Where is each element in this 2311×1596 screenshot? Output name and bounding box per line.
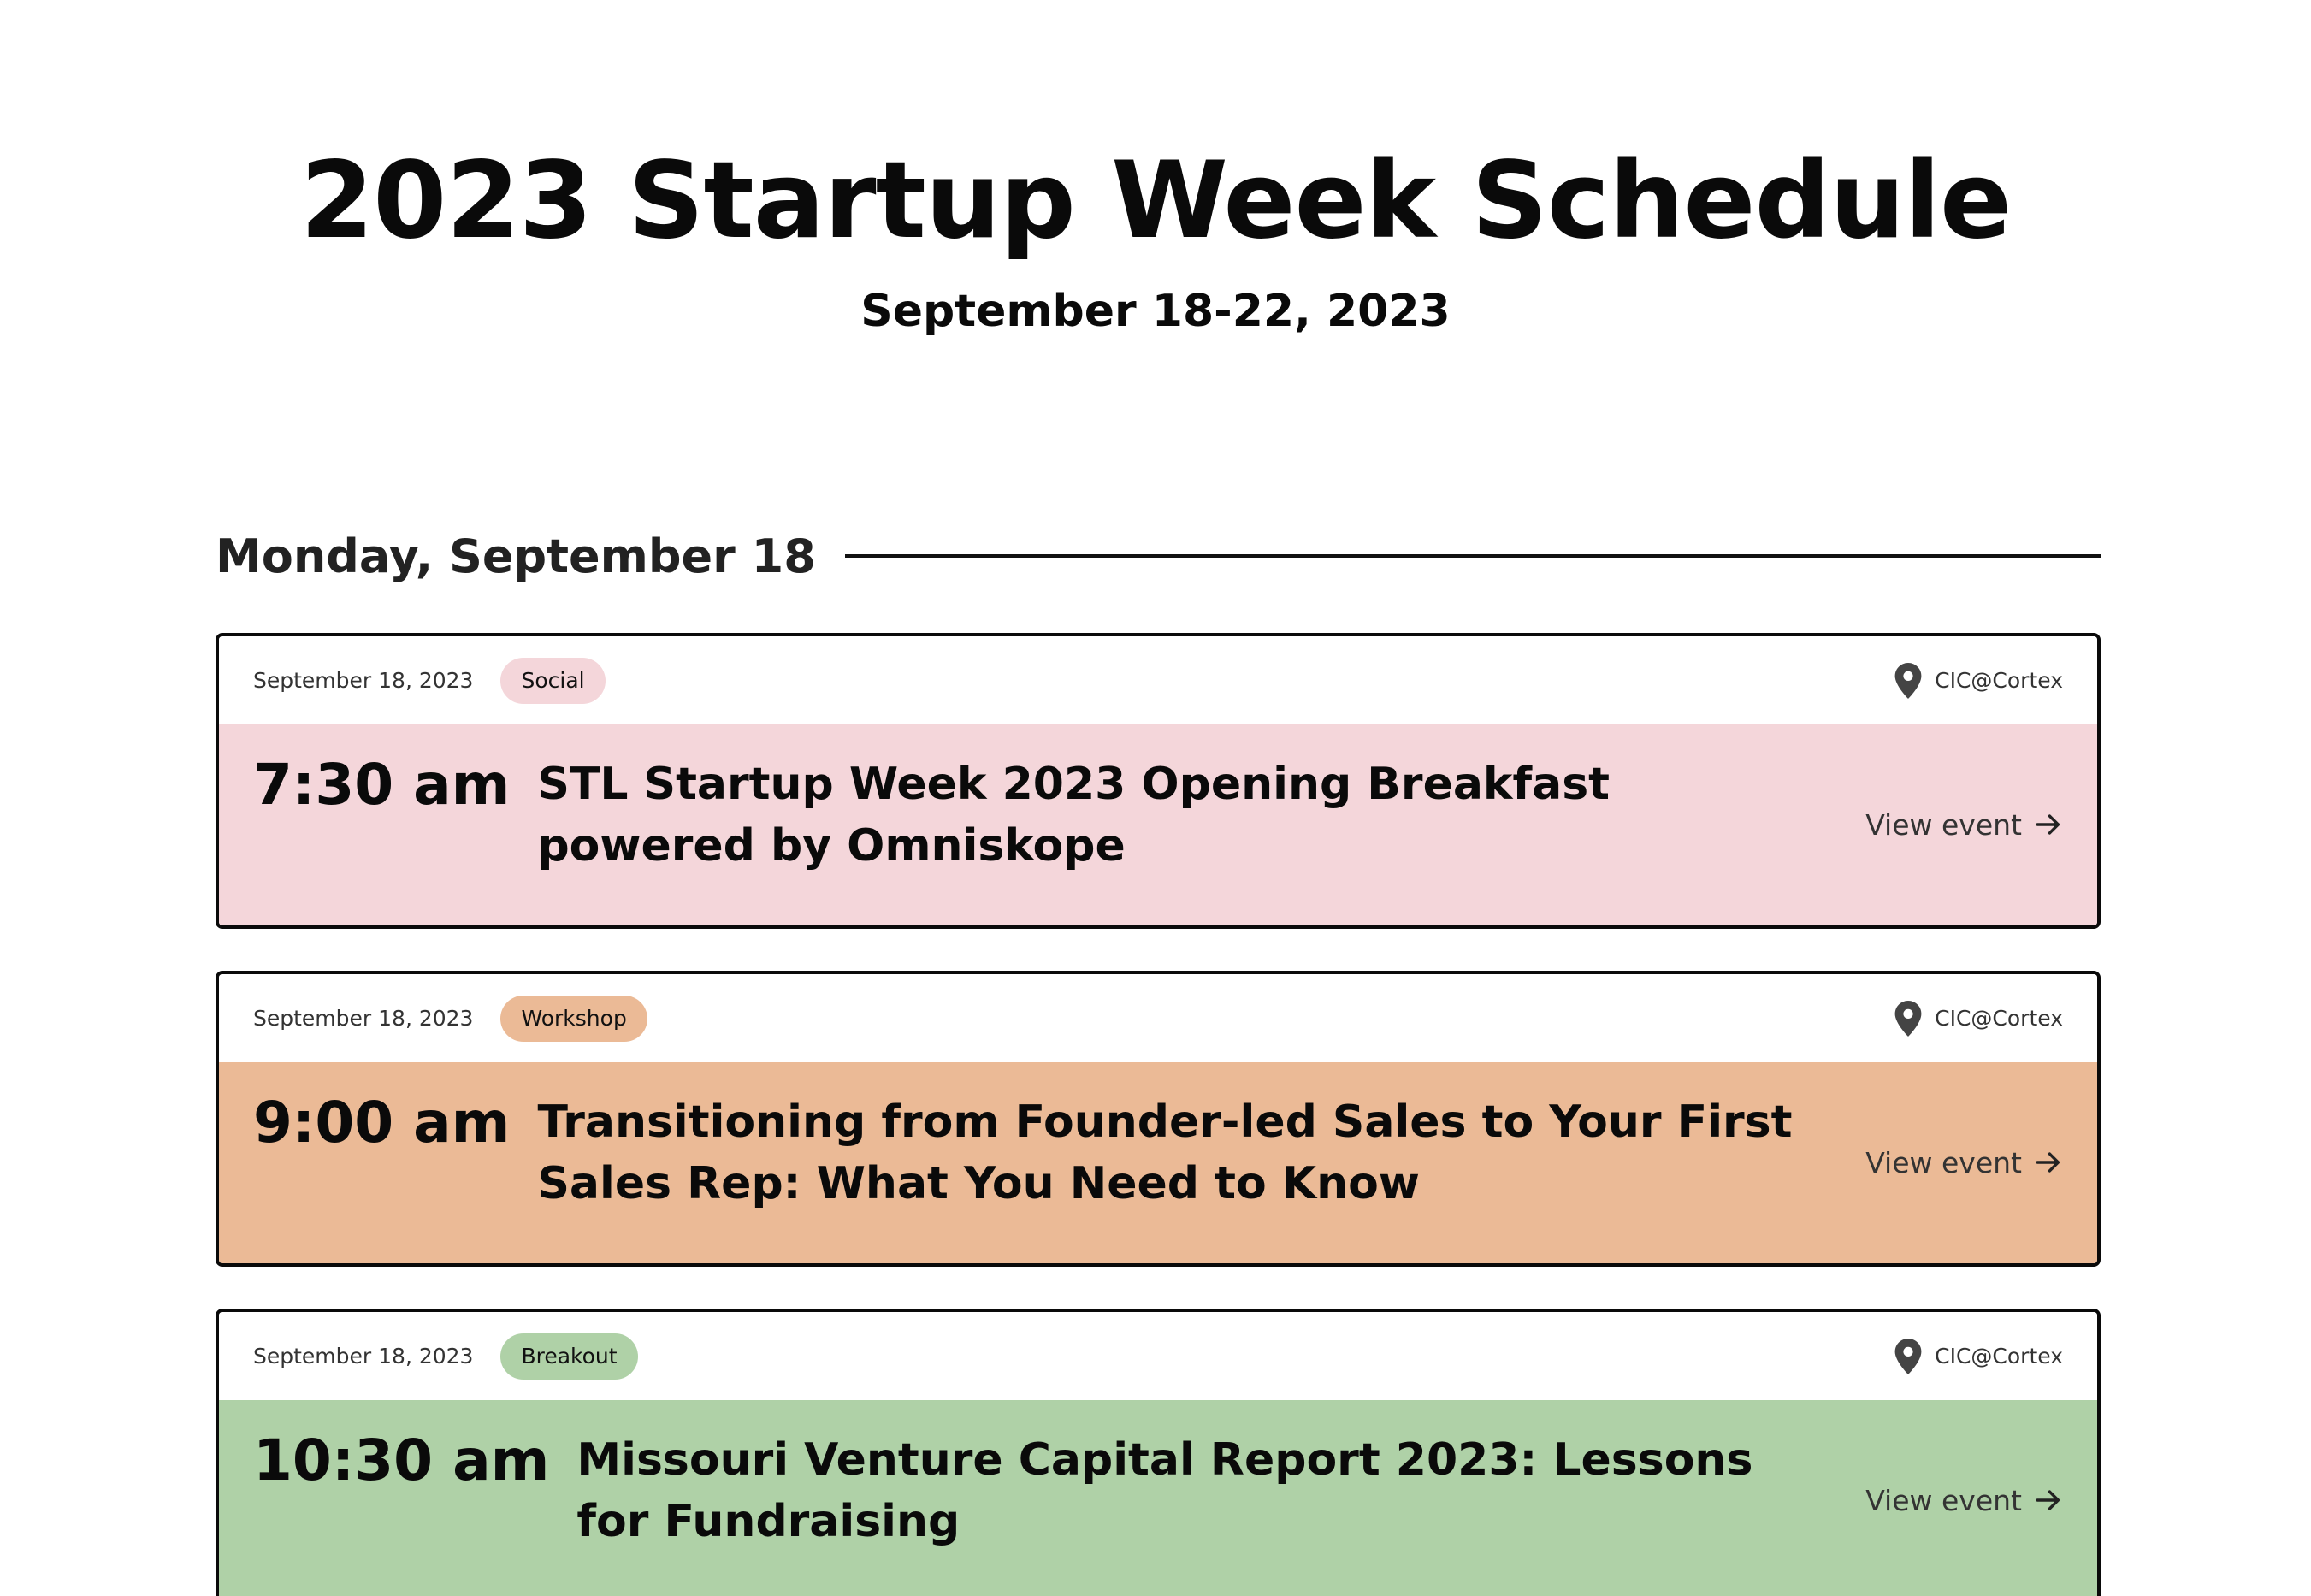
event-title[interactable]: Missouri Venture Capital Report 2023: Le…	[576, 1426, 1831, 1552]
event-time: 7:30 am	[253, 752, 511, 818]
event-location-label: CIC@Cortex	[1935, 1344, 2063, 1368]
event-card-body: 10:30 am Missouri Venture Capital Report…	[219, 1400, 2097, 1596]
arrow-right-icon	[2036, 1490, 2060, 1510]
arrow-right-icon	[2036, 814, 2060, 835]
event-title[interactable]: STL Startup Week 2023 Opening Breakfast …	[537, 750, 1831, 877]
event-time: 10:30 am	[253, 1428, 550, 1493]
event-card[interactable]: September 18, 2023 Workshop CIC@Cortex 9…	[216, 971, 2101, 1267]
schedule-page: 2023 Startup Week Schedule September 18-…	[0, 0, 2311, 1596]
view-event-link[interactable]: View event	[1865, 808, 2063, 842]
event-card-body: 7:30 am STL Startup Week 2023 Opening Br…	[219, 724, 2097, 925]
event-card[interactable]: September 18, 2023 Social CIC@Cortex 7:3…	[216, 633, 2101, 929]
event-card-meta: September 18, 2023 Social CIC@Cortex	[219, 636, 2097, 724]
event-category-badge: Social	[500, 657, 606, 704]
event-time: 9:00 am	[253, 1090, 511, 1156]
event-card-meta: September 18, 2023 Workshop CIC@Cortex	[219, 974, 2097, 1062]
event-category-badge: Workshop	[500, 995, 647, 1042]
event-title[interactable]: Transitioning from Founder-led Sales to …	[537, 1088, 1831, 1215]
day-heading-label: Monday, September 18	[216, 529, 816, 583]
map-pin-icon	[1894, 1000, 1922, 1037]
view-event-label: View event	[1865, 1145, 2022, 1179]
view-event-link[interactable]: View event	[1865, 1484, 2063, 1517]
arrow-right-icon	[2036, 1152, 2060, 1173]
page-subtitle-dates: September 18-22, 2023	[860, 286, 1451, 337]
map-pin-icon	[1894, 1338, 1922, 1374]
event-location: CIC@Cortex	[1894, 1338, 2063, 1374]
event-date: September 18, 2023	[253, 668, 474, 693]
day-heading: Monday, September 18	[216, 522, 2101, 590]
event-location-label: CIC@Cortex	[1935, 1006, 2063, 1031]
map-pin-icon	[1894, 662, 1922, 699]
page-title: 2023 Startup Week Schedule	[299, 139, 2012, 263]
event-card[interactable]: September 18, 2023 Breakout CIC@Cortex 1…	[216, 1309, 2101, 1596]
event-location: CIC@Cortex	[1894, 1000, 2063, 1037]
view-event-link[interactable]: View event	[1865, 1146, 2063, 1179]
event-location-label: CIC@Cortex	[1935, 668, 2063, 693]
event-category-badge: Breakout	[500, 1333, 638, 1380]
event-card-meta: September 18, 2023 Breakout CIC@Cortex	[219, 1312, 2097, 1400]
page-header: 2023 Startup Week Schedule September 18-…	[0, 137, 2311, 339]
event-card-body: 9:00 am Transitioning from Founder-led S…	[219, 1062, 2097, 1263]
event-location: CIC@Cortex	[1894, 662, 2063, 699]
event-date: September 18, 2023	[253, 1344, 474, 1368]
event-date: September 18, 2023	[253, 1006, 474, 1031]
day-heading-divider	[844, 554, 2101, 558]
view-event-label: View event	[1865, 1483, 2022, 1517]
view-event-label: View event	[1865, 807, 2022, 842]
